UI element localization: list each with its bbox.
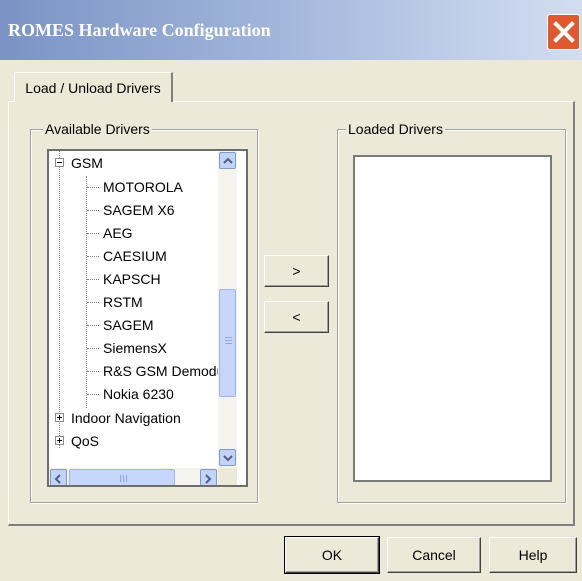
tree-line <box>87 371 99 372</box>
tree-line <box>87 233 99 234</box>
scroll-right-button[interactable] <box>200 469 217 485</box>
chevron-right-icon <box>205 474 212 484</box>
tree-line <box>87 325 99 326</box>
tree-line <box>87 348 99 349</box>
tree-line <box>87 256 99 257</box>
scroll-down-button[interactable] <box>219 449 236 466</box>
available-drivers-tree[interactable]: GSM MOTOROLA SAGEM X6 AEG CAESIUM KAPSCH… <box>47 149 248 487</box>
remove-driver-label: < <box>292 309 301 325</box>
tab-label: Load / Unload Drivers <box>25 80 161 96</box>
ok-button[interactable]: OK <box>284 536 380 574</box>
horizontal-scrollbar[interactable] <box>49 468 218 485</box>
close-icon <box>553 21 575 43</box>
tab-load-unload-drivers[interactable]: Load / Unload Drivers <box>14 72 173 102</box>
loaded-drivers-label: Loaded Drivers <box>346 121 445 137</box>
tree-line <box>87 394 99 395</box>
add-driver-label: > <box>292 263 301 279</box>
window-title: ROMES Hardware Configuration <box>8 20 271 40</box>
close-button[interactable] <box>547 14 580 50</box>
vertical-scrollbar[interactable] <box>218 151 237 468</box>
tree-line <box>87 302 99 303</box>
minus-icon[interactable] <box>55 158 64 167</box>
plus-icon[interactable] <box>55 436 64 445</box>
tree-line <box>59 151 60 448</box>
cancel-button[interactable]: Cancel <box>387 537 481 573</box>
chevron-left-icon <box>54 474 61 484</box>
scroll-left-button[interactable] <box>50 469 67 485</box>
title-bar[interactable]: ROMES Hardware Configuration <box>0 0 582 60</box>
plus-icon[interactable] <box>55 413 64 422</box>
chevron-down-icon <box>223 455 233 462</box>
available-drivers-label: Available Drivers <box>43 121 152 137</box>
remove-driver-button[interactable]: < <box>264 301 329 333</box>
help-button[interactable]: Help <box>489 537 577 573</box>
horizontal-scroll-thumb[interactable] <box>69 469 175 485</box>
scroll-up-button[interactable] <box>219 152 236 169</box>
tree-line <box>87 279 99 280</box>
cancel-label: Cancel <box>412 547 456 563</box>
chevron-up-icon <box>223 157 233 164</box>
scroll-corner <box>218 468 237 485</box>
loaded-drivers-list[interactable] <box>353 155 552 482</box>
tree-line <box>87 210 99 211</box>
add-driver-button[interactable]: > <box>264 255 329 287</box>
help-label: Help <box>518 547 548 563</box>
ok-label: OK <box>321 547 343 563</box>
tree-line <box>87 187 99 188</box>
vertical-scroll-thumb[interactable] <box>219 289 236 397</box>
